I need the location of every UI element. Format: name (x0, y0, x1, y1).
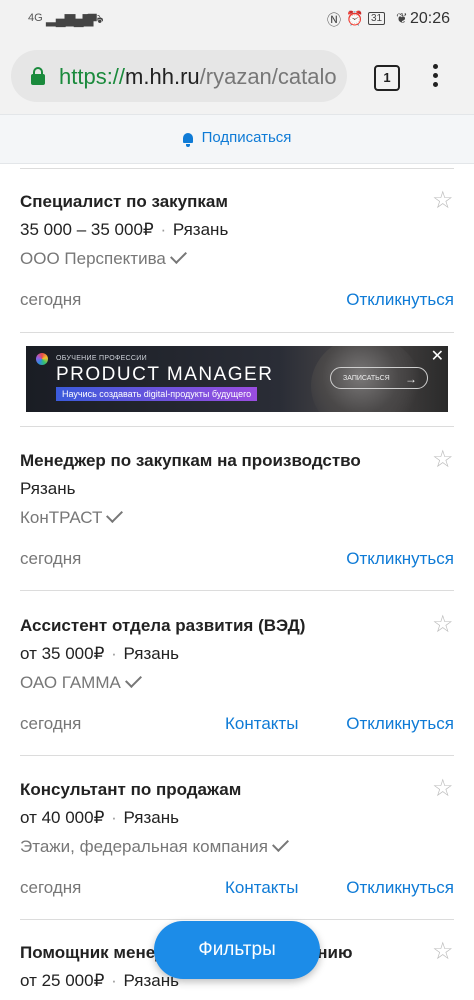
banner-signup-button[interactable]: ЗАПИСАТЬСЯ → (330, 367, 428, 389)
respond-button[interactable]: Откликнуться (346, 878, 454, 898)
star-icon[interactable]: ☆ (432, 937, 454, 966)
vacancy-company: Этажи, федеральная компания (20, 835, 290, 857)
tab-switcher-button[interactable]: 1 (374, 65, 400, 91)
respond-button[interactable]: Откликнуться (346, 549, 454, 569)
vacancy-salary: 35 000 – 35 000₽ (20, 220, 154, 239)
nfc-icon: Ⓝ (327, 12, 341, 28)
vacancy-salary-city: от 35 000₽ · Рязань (20, 644, 179, 663)
leaf-icon: ❦ (396, 10, 408, 26)
vacancy-date: сегодня (20, 549, 82, 568)
vacancy-city: Рязань (172, 220, 229, 239)
vacancy-date: сегодня (20, 714, 82, 733)
vacancy-company: ОАО ГАММА (20, 671, 142, 693)
verified-check-icon (106, 506, 124, 523)
vacancy-salary-city: 35 000 – 35 000₽ · Рязань (20, 220, 229, 239)
star-icon[interactable]: ☆ (432, 610, 454, 639)
star-icon[interactable]: ☆ (432, 774, 454, 803)
battery-icon: 31 (368, 12, 386, 25)
divider (20, 919, 454, 920)
respond-button[interactable]: Откликнуться (346, 290, 454, 310)
banner-tagline: Научись создавать digital-продукты будущ… (56, 387, 258, 401)
alarm-icon: ⏰ (346, 10, 364, 26)
vacancy-card[interactable]: Специалист по закупкам ☆ 35 000 – 35 000… (0, 187, 474, 332)
vacancy-city: Рязань (123, 644, 179, 663)
arrow-right-icon: → (405, 372, 417, 386)
car-icon: ⛟ (86, 10, 104, 26)
subscribe-label: Подписаться (201, 129, 292, 146)
contacts-button[interactable]: Контакты (225, 878, 298, 898)
vacancy-card[interactable]: Менеджер по закупкам на производство ☆ Р… (0, 446, 474, 591)
respond-button[interactable]: Откликнуться (346, 714, 454, 734)
address-bar[interactable]: https://m.hh.ru/ryazan/catalo (11, 50, 347, 102)
company-name: ОАО ГАММА (20, 673, 121, 692)
status-bar: 4G ▂▄▆ ▂▄▆ ⛟ Ⓝ ⏰ 31 ❦ 20:26 (0, 0, 474, 40)
subscribe-button[interactable]: Подписаться (182, 129, 292, 147)
more-menu-icon[interactable] (433, 64, 439, 91)
url-text[interactable]: https://m.hh.ru/ryazan/catalo (59, 64, 337, 90)
vacancy-card[interactable]: Ассистент отдела развития (ВЭД) ☆ от 35 … (0, 611, 474, 756)
vacancy-city: Рязань (20, 479, 76, 498)
url-scheme: https:// (59, 64, 126, 89)
verified-check-icon (272, 835, 290, 852)
close-icon[interactable]: ✕ (431, 346, 444, 366)
vacancy-company: КонТРАСТ (20, 506, 124, 528)
vacancy-salary-city: от 40 000₽ · Рязань (20, 808, 179, 827)
vacancy-card[interactable]: Консультант по продажам ☆ от 40 000₽ · Р… (0, 775, 474, 920)
vacancy-title[interactable]: Менеджер по закупкам на производство (20, 451, 361, 471)
signal-icon: 4G (28, 12, 43, 24)
vacancy-salary: от 25 000₽ (20, 971, 105, 990)
company-name: КонТРАСТ (20, 508, 103, 527)
divider (20, 755, 454, 756)
banner-signup-label: ЗАПИСАТЬСЯ (343, 375, 390, 382)
vacancy-date: сегодня (20, 290, 82, 309)
company-name: Этажи, федеральная компания (20, 837, 269, 856)
banner-title: PRODUCT MANAGER (56, 364, 274, 385)
company-name: ООО Перспектива (20, 249, 166, 268)
banner-small-text: ОБУЧЕНИЕ ПРОФЕССИИ (56, 355, 147, 362)
divider (20, 590, 454, 591)
divider (20, 332, 454, 333)
contacts-button[interactable]: Контакты (225, 714, 298, 734)
bell-icon (182, 133, 193, 147)
star-icon[interactable]: ☆ (432, 186, 454, 215)
vacancy-title[interactable]: Консультант по продажам (20, 780, 241, 800)
banner-logo-icon (36, 353, 48, 365)
star-icon[interactable]: ☆ (432, 445, 454, 474)
vacancy-title[interactable]: Специалист по закупкам (20, 192, 228, 212)
clock: 20:26 (409, 10, 450, 27)
vacancy-date: сегодня (20, 878, 82, 897)
subscribe-bar: Подписаться (0, 114, 474, 164)
filters-button[interactable]: Фильтры (154, 921, 320, 979)
vacancy-salary-city: от 25 000₽ · Рязань (20, 971, 179, 990)
lock-icon (31, 67, 45, 85)
vacancy-salary: от 35 000₽ (20, 644, 105, 663)
url-host: m.hh.ru (125, 64, 200, 89)
ad-banner[interactable]: ОБУЧЕНИЕ ПРОФЕССИИ PRODUCT MANAGER Научи… (26, 346, 448, 412)
divider (20, 426, 454, 427)
browser-toolbar: https://m.hh.ru/ryazan/catalo 1 (0, 40, 474, 114)
vacancy-company: ООО Перспектива (20, 247, 187, 269)
vacancy-salary: от 40 000₽ (20, 808, 105, 827)
verified-check-icon (169, 247, 187, 264)
url-path: /ryazan/catalo (199, 64, 337, 89)
verified-check-icon (124, 671, 142, 688)
vacancy-title[interactable]: Ассистент отдела развития (ВЭД) (20, 616, 305, 636)
divider (20, 168, 454, 169)
vacancy-city: Рязань (123, 808, 179, 827)
